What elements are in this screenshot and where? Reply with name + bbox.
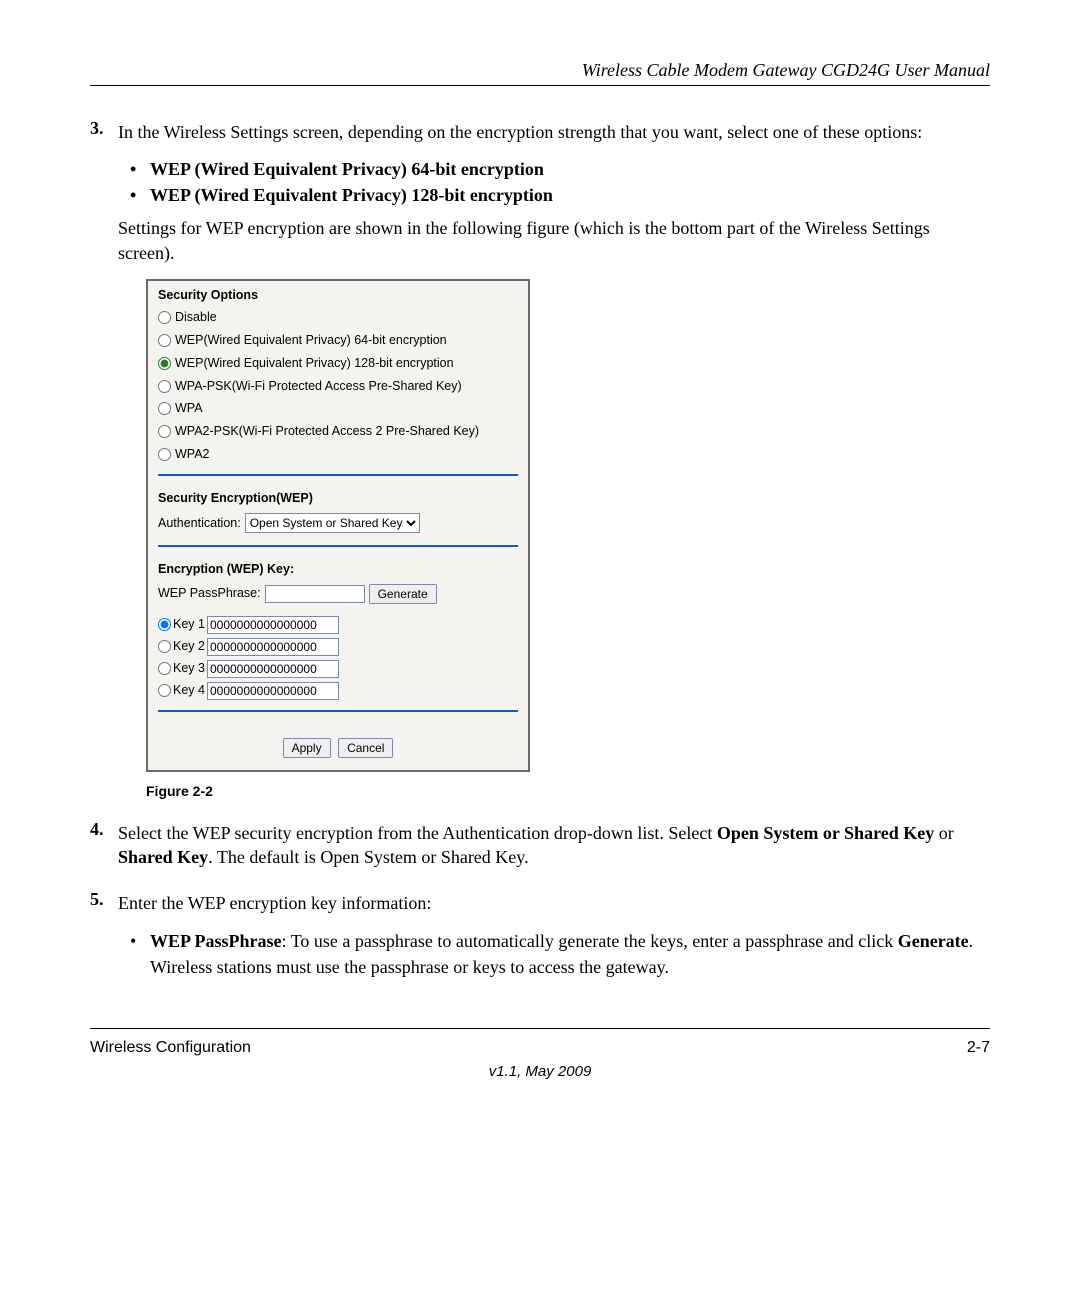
page-header-title: Wireless Cable Modem Gateway CGD24G User… bbox=[90, 60, 990, 81]
authentication-select[interactable]: Open System or Shared Key bbox=[245, 513, 420, 533]
step-5-lead: Enter the WEP encryption key information… bbox=[118, 891, 990, 915]
radio-wpapsk-input[interactable] bbox=[158, 380, 171, 393]
step-5-bullet-passphrase: WEP PassPhrase: To use a passphrase to a… bbox=[118, 928, 990, 980]
step-3: 3. In the Wireless Settings screen, depe… bbox=[90, 116, 990, 811]
step-3-lead: In the Wireless Settings screen, dependi… bbox=[118, 120, 990, 144]
step-5-number: 5. bbox=[90, 887, 118, 987]
radio-wpapsk[interactable]: WPA-PSK(Wi-Fi Protected Access Pre-Share… bbox=[148, 375, 528, 398]
key-row-1: Key 1 bbox=[148, 614, 528, 636]
key-3-radio[interactable] bbox=[158, 662, 171, 675]
radio-wep64-label: WEP(Wired Equivalent Privacy) 64-bit enc… bbox=[175, 332, 447, 349]
step-3-number: 3. bbox=[90, 116, 118, 811]
radio-wpa-input[interactable] bbox=[158, 402, 171, 415]
radio-disable[interactable]: Disable bbox=[148, 306, 528, 329]
radio-wpa2psk-input[interactable] bbox=[158, 425, 171, 438]
key-4-label: Key 4 bbox=[173, 682, 205, 699]
separator bbox=[158, 474, 518, 476]
security-encryption-title: Security Encryption(WEP) bbox=[148, 484, 528, 509]
apply-button[interactable]: Apply bbox=[283, 738, 331, 758]
key-4-input[interactable] bbox=[207, 682, 339, 700]
radio-wep64-input[interactable] bbox=[158, 334, 171, 347]
key-2-label: Key 2 bbox=[173, 638, 205, 655]
figure-2-2: Security Options Disable WEP(Wired Equiv… bbox=[146, 279, 990, 772]
key-3-input[interactable] bbox=[207, 660, 339, 678]
key-1-radio[interactable] bbox=[158, 618, 171, 631]
radio-wpa2[interactable]: WPA2 bbox=[148, 443, 528, 466]
radio-wpa2psk-label: WPA2-PSK(Wi-Fi Protected Access 2 Pre-Sh… bbox=[175, 423, 479, 440]
encryption-key-title: Encryption (WEP) Key: bbox=[148, 555, 528, 580]
key-2-radio[interactable] bbox=[158, 640, 171, 653]
footer-page-number: 2-7 bbox=[967, 1039, 990, 1057]
key-3-label: Key 3 bbox=[173, 660, 205, 677]
key-1-input[interactable] bbox=[207, 616, 339, 634]
radio-wpa2-label: WPA2 bbox=[175, 446, 210, 463]
separator-3 bbox=[158, 710, 518, 712]
radio-wep128-input[interactable] bbox=[158, 357, 171, 370]
radio-wpa2psk[interactable]: WPA2-PSK(Wi-Fi Protected Access 2 Pre-Sh… bbox=[148, 420, 528, 443]
passphrase-label: WEP PassPhrase: bbox=[158, 585, 261, 602]
footer-rule bbox=[90, 1028, 990, 1029]
dialog-actions: Apply Cancel bbox=[148, 720, 528, 764]
footer-version: v1.1, May 2009 bbox=[90, 1063, 990, 1080]
step-4-number: 4. bbox=[90, 817, 118, 882]
radio-disable-label: Disable bbox=[175, 309, 217, 326]
key-4-radio[interactable] bbox=[158, 684, 171, 697]
security-options-title: Security Options bbox=[148, 281, 528, 306]
key-row-4: Key 4 bbox=[148, 680, 528, 702]
step-3-tail: Settings for WEP encryption are shown in… bbox=[118, 216, 990, 265]
radio-wpa-label: WPA bbox=[175, 400, 203, 417]
authentication-row: Authentication: Open System or Shared Ke… bbox=[148, 509, 528, 537]
radio-wpa[interactable]: WPA bbox=[148, 397, 528, 420]
radio-wpa2-input[interactable] bbox=[158, 448, 171, 461]
step-4: 4. Select the WEP security encryption fr… bbox=[90, 817, 990, 882]
page-footer: Wireless Configuration 2-7 v1.1, May 200… bbox=[90, 1028, 990, 1080]
key-2-input[interactable] bbox=[207, 638, 339, 656]
radio-wep64[interactable]: WEP(Wired Equivalent Privacy) 64-bit enc… bbox=[148, 329, 528, 352]
separator-2 bbox=[158, 545, 518, 547]
footer-section: Wireless Configuration bbox=[90, 1039, 251, 1057]
key-1-label: Key 1 bbox=[173, 616, 205, 633]
generate-button[interactable]: Generate bbox=[369, 584, 437, 604]
key-row-3: Key 3 bbox=[148, 658, 528, 680]
header-rule bbox=[90, 85, 990, 86]
cancel-button[interactable]: Cancel bbox=[338, 738, 393, 758]
step-3-option-128bit: WEP (Wired Equivalent Privacy) 128-bit e… bbox=[118, 182, 990, 208]
key-row-2: Key 2 bbox=[148, 636, 528, 658]
passphrase-input[interactable] bbox=[265, 585, 365, 603]
radio-wep128-label: WEP(Wired Equivalent Privacy) 128-bit en… bbox=[175, 355, 454, 372]
step-4-text: Select the WEP security encryption from … bbox=[118, 821, 990, 870]
step-3-option-64bit: WEP (Wired Equivalent Privacy) 64-bit en… bbox=[118, 156, 990, 182]
radio-wpapsk-label: WPA-PSK(Wi-Fi Protected Access Pre-Share… bbox=[175, 378, 462, 395]
radio-wep128[interactable]: WEP(Wired Equivalent Privacy) 128-bit en… bbox=[148, 352, 528, 375]
step-5: 5. Enter the WEP encryption key informat… bbox=[90, 887, 990, 987]
figure-caption: Figure 2-2 bbox=[146, 782, 990, 801]
radio-disable-input[interactable] bbox=[158, 311, 171, 324]
passphrase-row: WEP PassPhrase: Generate bbox=[148, 580, 528, 608]
security-dialog: Security Options Disable WEP(Wired Equiv… bbox=[146, 279, 530, 772]
authentication-label: Authentication: bbox=[158, 515, 241, 532]
